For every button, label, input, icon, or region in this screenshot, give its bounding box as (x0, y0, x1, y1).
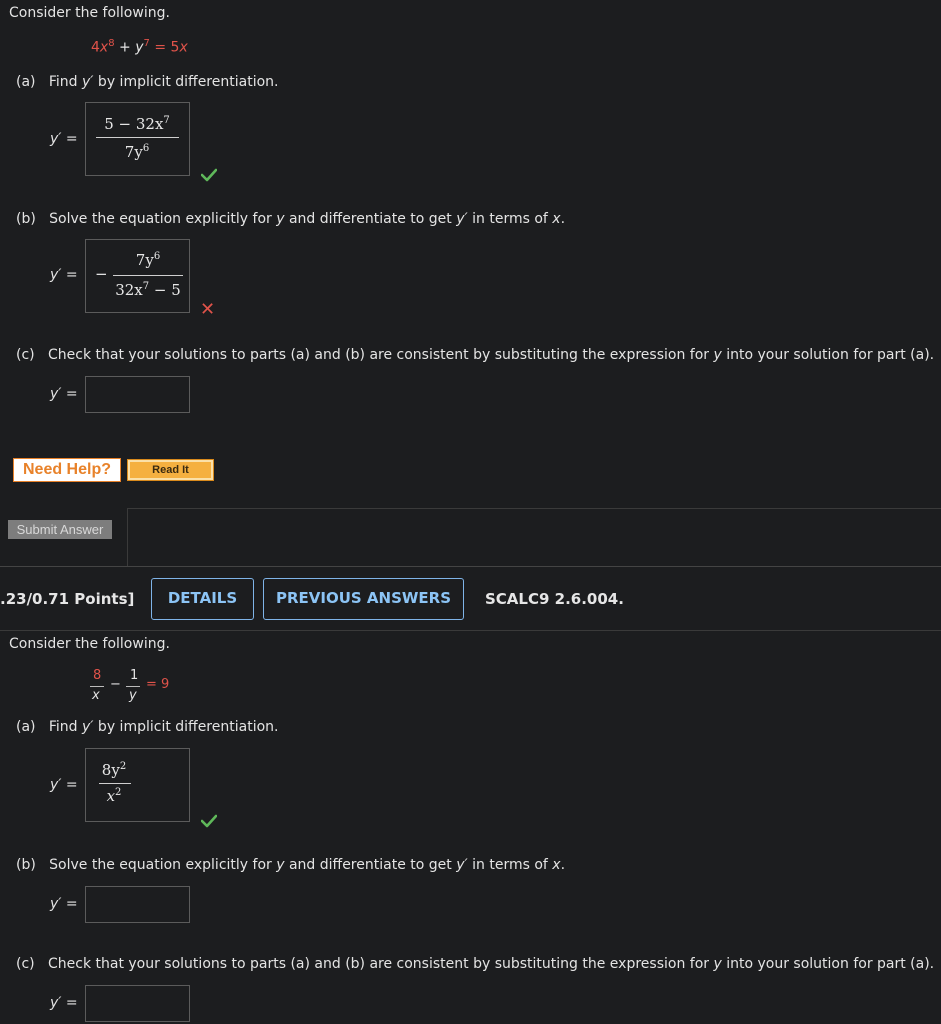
read-it-button[interactable]: Read It (127, 459, 214, 481)
question-divider-bottom (0, 630, 941, 631)
need-help-label: Need Help? (13, 458, 121, 482)
q2-eq-num2: 1 (130, 668, 139, 683)
q1-a-denominator: 7y6 (124, 143, 150, 161)
q2-a-answer-box[interactable]: 8y2 x2 (85, 748, 190, 822)
q2-part-c-prompt: (c) Check that your solutions to parts (… (16, 956, 935, 972)
q1-b-denominator: 32x7 − 5 (115, 281, 181, 299)
q1-a-yprime-label: y′ = (50, 131, 78, 147)
q1-b-incorrect-x-icon: ✕ (200, 299, 216, 320)
q1-b-minus-sign: − (95, 265, 108, 283)
q1-a-correct-check-icon (201, 168, 217, 182)
q1-c-yprime-label: y′ = (50, 386, 78, 402)
q2-equation: 8 x − 1 y = 9 (88, 668, 188, 708)
q2-part-b-prompt: (b) Solve the equation explicitly for y … (16, 857, 566, 873)
details-button[interactable]: DETAILS (151, 578, 254, 620)
q1-part-b-prompt: (b) Solve the equation explicitly for y … (16, 211, 566, 227)
q1-c-answer-input[interactable] (85, 376, 190, 413)
q2-b-answer-input[interactable] (85, 886, 190, 923)
q1-a-numerator: 5 − 32x7 (104, 115, 170, 133)
submit-answer-button[interactable]: Submit Answer (8, 520, 112, 539)
q2-c-answer-input[interactable] (85, 985, 190, 1022)
q1-a-fraction-bar (96, 137, 179, 138)
q2-b-yprime-label: y′ = (50, 896, 78, 912)
q1-equation: 4x8 + y7 = 5x (91, 38, 188, 56)
q2-a-correct-check-icon (201, 814, 217, 828)
q2-eq-minus: − (110, 677, 121, 692)
q1-intro: Consider the following. (9, 5, 170, 21)
q2-c-yprime-label: y′ = (50, 995, 78, 1011)
q2-section-code: SCALC9 2.6.004. (485, 590, 624, 608)
q1-b-fraction-bar (113, 275, 183, 276)
q1-b-yprime-label: y′ = (50, 267, 78, 283)
q2-points: .23/0.71 Points] (0, 590, 135, 608)
q2-a-fraction-bar (99, 783, 131, 784)
q1-part-c-prompt: (c) Check that your solutions to parts (… (16, 347, 935, 363)
q2-a-numerator: 8y2 (101, 761, 127, 779)
q2-eq-bar1 (90, 686, 104, 687)
q2-intro: Consider the following. (9, 636, 170, 652)
q2-a-denominator: x2 (106, 787, 122, 805)
q1-b-numerator: 7y6 (135, 251, 161, 269)
submit-area-frame (127, 508, 941, 567)
q1-b-answer-box[interactable]: − 7y6 32x7 − 5 (85, 239, 190, 313)
q2-eq-rhs: = 9 (146, 677, 170, 692)
q2-eq-den1: x (92, 688, 100, 703)
q2-eq-num1: 8 (93, 668, 102, 683)
q2-eq-den2: y (129, 688, 137, 703)
q1-a-answer-box[interactable]: 5 − 32x7 7y6 (85, 102, 190, 176)
q2-a-yprime-label: y′ = (50, 777, 78, 793)
question-divider-top (0, 566, 941, 567)
previous-answers-button[interactable]: PREVIOUS ANSWERS (263, 578, 464, 620)
q2-part-a-prompt: (a) Find y′ by implicit differentiation. (16, 719, 279, 735)
q2-eq-bar2 (126, 686, 140, 687)
q1-part-a-prompt: (a) Find y′ by implicit differentiation. (16, 74, 279, 90)
